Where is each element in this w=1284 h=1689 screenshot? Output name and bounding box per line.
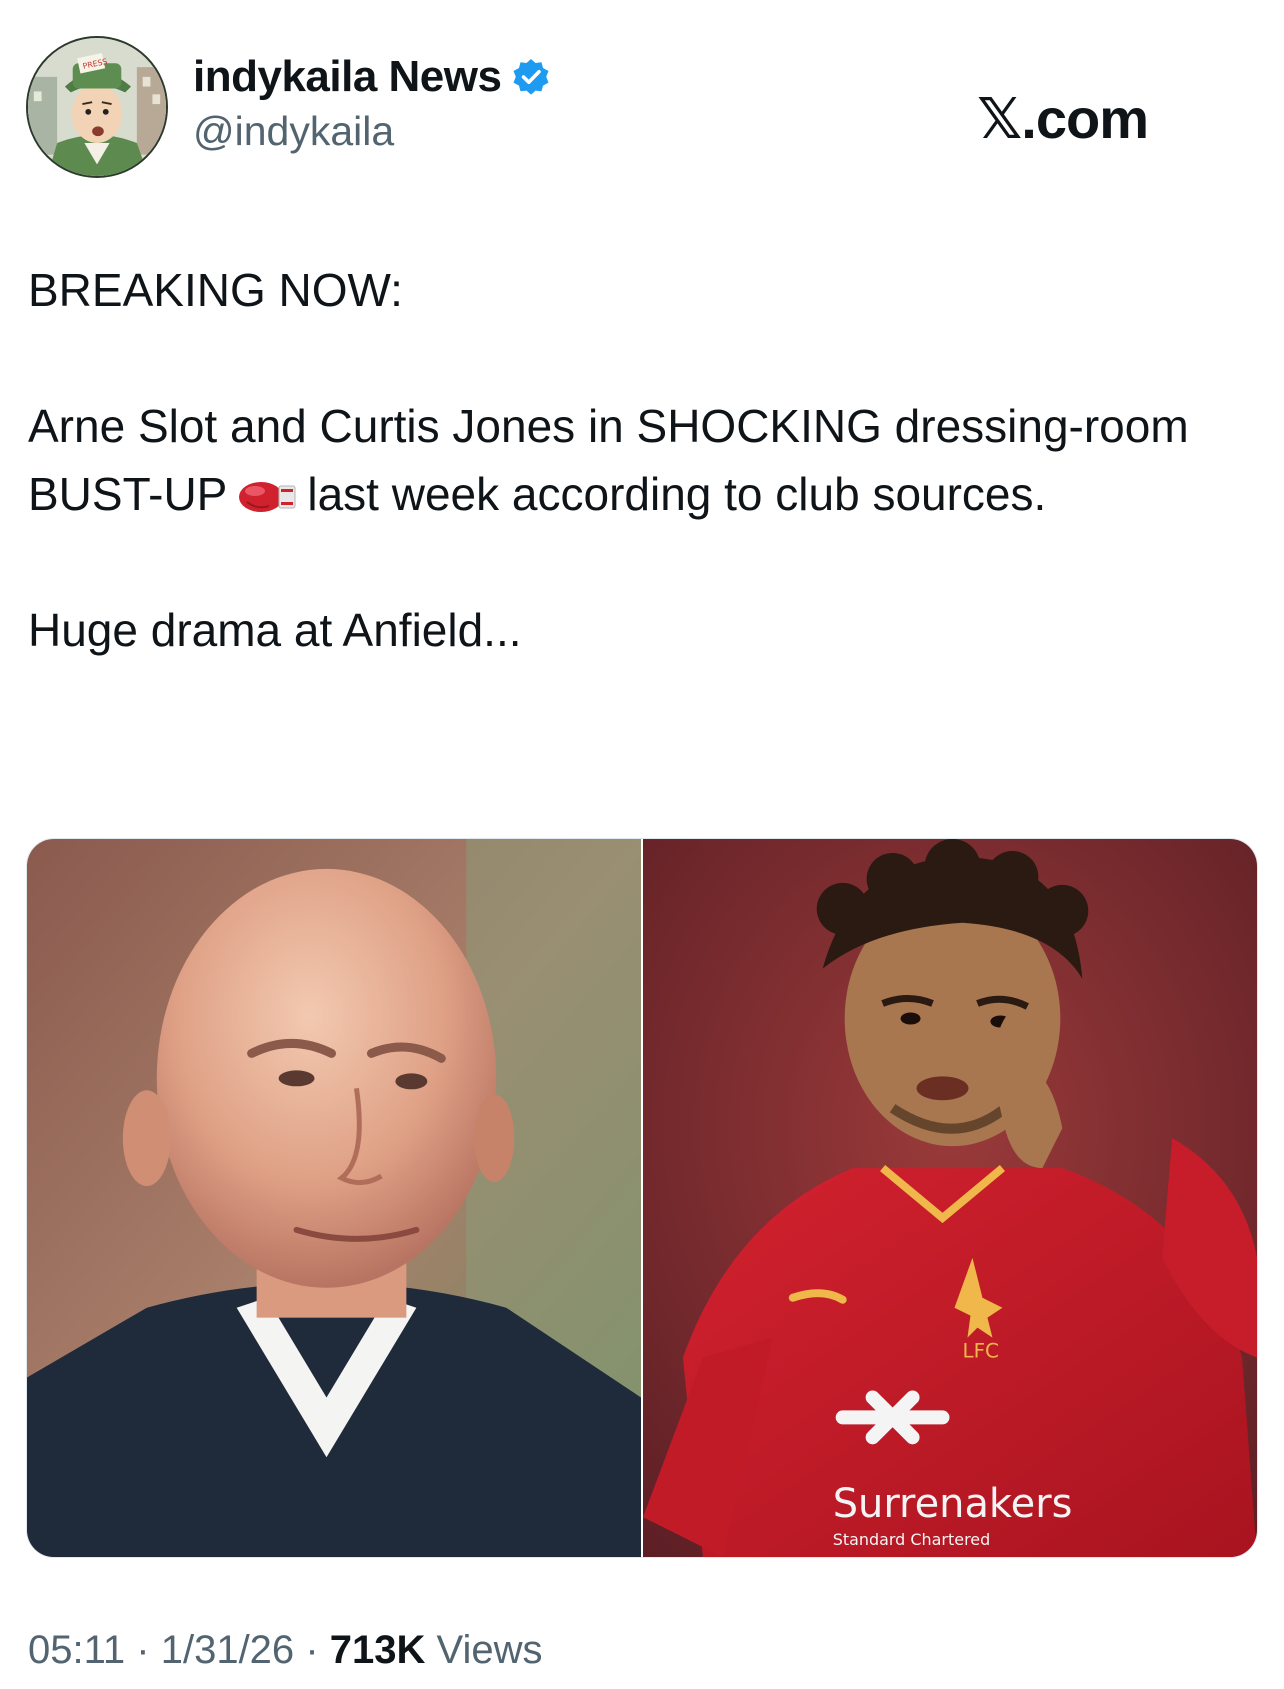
display-name[interactable]: indykaila News (193, 52, 502, 102)
tweet-media[interactable]: LFC Surrenakers Standard Chartered (26, 838, 1258, 1558)
views-count: 713K (329, 1628, 426, 1672)
meta-separator-2: · (305, 1628, 319, 1672)
meta-separator: · (136, 1628, 150, 1672)
tweet-text-main-end: last week according to club sources. (307, 468, 1047, 520)
tweet-date[interactable]: 1/31/26 (161, 1628, 294, 1672)
cartoon-reporter-avatar-icon: PRESS (28, 38, 166, 176)
account-handle[interactable]: @indykaila (193, 108, 551, 155)
boxing-glove-icon (235, 476, 299, 516)
shirt-badge-text: LFC (962, 1339, 999, 1363)
verified-badge-icon (511, 57, 551, 97)
shirt-sponsor-subtext: Standard Chartered (833, 1530, 991, 1549)
profile-avatar[interactable]: PRESS (26, 36, 168, 178)
tweet-line-breaking: BREAKING NOW: (28, 264, 403, 316)
tweet-meta: 05:11 · 1/31/26 · 713K Views (28, 1628, 543, 1673)
tweet-line-drama: Huge drama at Anfield... (28, 604, 522, 656)
views-label: Views (436, 1628, 543, 1672)
shirt-sponsor-text: Surrenakers (833, 1481, 1073, 1527)
photo-arne-slot[interactable] (27, 839, 641, 1557)
tweet-header: PRESS indykaila News @indykaila 𝕏.com (26, 36, 1258, 186)
photo-curtis-jones[interactable]: LFC Surrenakers Standard Chartered (643, 839, 1257, 1557)
tweet-body: BREAKING NOW: Arne Slot and Curtis Jones… (28, 256, 1258, 664)
tweet-line-main: Arne Slot and Curtis Jones in SHOCKING d… (28, 392, 1258, 528)
site-logo: 𝕏.com (977, 87, 1149, 150)
tweet-time[interactable]: 05:11 (28, 1628, 125, 1672)
